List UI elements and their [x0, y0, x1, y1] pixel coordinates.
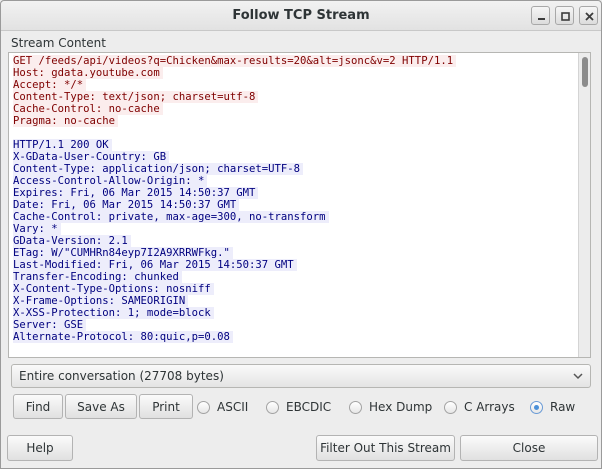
- find-button[interactable]: Find: [13, 394, 63, 419]
- stream-line: Date: Fri, 06 Mar 2015 14:50:37 GMT: [13, 199, 240, 211]
- print-button[interactable]: Print: [139, 394, 193, 419]
- stream-line: X-Frame-Options: SAMEORIGIN: [13, 295, 189, 307]
- stream-line: Access-Control-Allow-Origin: *: [13, 175, 208, 187]
- help-button[interactable]: Help: [7, 435, 73, 461]
- filter-out-stream-button[interactable]: Filter Out This Stream: [316, 435, 455, 461]
- close-icon: [585, 12, 594, 21]
- stream-line: GET /feeds/api/videos?q=Chicken&max-resu…: [13, 55, 457, 67]
- vertical-scrollbar[interactable]: [578, 53, 590, 357]
- radio-indicator[interactable]: [444, 400, 457, 414]
- conversation-select[interactable]: Entire conversation (27708 bytes): [11, 364, 591, 388]
- radio-label: C Arrays: [464, 400, 515, 414]
- conversation-select-value: Entire conversation (27708 bytes): [19, 369, 224, 383]
- radio-raw[interactable]: Raw: [530, 399, 575, 415]
- stream-line: GData-Version: 2.1: [13, 235, 131, 247]
- chevron-down-icon: [573, 373, 583, 380]
- radio-indicator[interactable]: [266, 400, 279, 414]
- radio-label: EBCDIC: [286, 400, 332, 414]
- stream-line: Expires: Fri, 06 Mar 2015 14:50:37 GMT: [13, 187, 259, 199]
- radio-ascii[interactable]: ASCII: [197, 399, 248, 415]
- radio-label: ASCII: [217, 400, 249, 414]
- stream-line: Last-Modified: Fri, 06 Mar 2015 14:50:37…: [13, 259, 297, 271]
- close-window-button[interactable]: [579, 6, 598, 25]
- stream-line: HTTP/1.1 200 OK: [13, 139, 112, 151]
- follow-tcp-stream-window: Follow TCP Stream Stream Content GET /fe…: [0, 0, 602, 469]
- maximize-button[interactable]: [555, 6, 574, 25]
- stream-line: Host: gdata.youtube.com: [13, 67, 163, 79]
- radio-label: Raw: [550, 400, 576, 414]
- radio-indicator[interactable]: [349, 400, 362, 414]
- server-response-block: HTTP/1.1 200 OK X-GData-User-Country: GB C…: [13, 139, 578, 343]
- stream-line: Transfer-Encoding: chunked: [13, 271, 182, 283]
- radio-label: Hex Dump: [369, 400, 433, 414]
- stream-text[interactable]: GET /feeds/api/videos?q=Chicken&max-resu…: [13, 55, 578, 343]
- scrollbar-thumb[interactable]: [582, 57, 588, 87]
- radio-c-arrays[interactable]: C Arrays: [444, 399, 515, 415]
- title-bar[interactable]: Follow TCP Stream: [1, 1, 601, 31]
- stream-line: Vary: *: [13, 223, 61, 235]
- stream-line: X-XSS-Protection: 1; mode=block: [13, 307, 214, 319]
- save-as-button[interactable]: Save As: [65, 394, 137, 419]
- radio-indicator[interactable]: [530, 400, 543, 414]
- stream-line: Cache-Control: no-cache: [13, 103, 163, 115]
- stream-line: Content-Type: text/json; charset=utf-8: [13, 91, 259, 103]
- stream-line: X-GData-User-Country: GB: [13, 151, 170, 163]
- client-request-block: GET /feeds/api/videos?q=Chicken&max-resu…: [13, 55, 578, 127]
- stream-line: X-Content-Type-Options: nosniff: [13, 283, 214, 295]
- minimize-icon: [538, 18, 545, 20]
- maximize-icon: [561, 12, 570, 21]
- stream-line: ETag: W/"CUMHRn84eyp7I2A9XRRWFkg.": [13, 247, 233, 259]
- radio-indicator[interactable]: [197, 400, 210, 414]
- stream-line: Alternate-Protocol: 80:quic,p=0.08: [13, 331, 233, 343]
- stream-content-label: Stream Content: [11, 36, 106, 50]
- minimize-button[interactable]: [531, 6, 550, 25]
- block-gap: [13, 127, 578, 139]
- radio-ebcdic[interactable]: EBCDIC: [266, 399, 331, 415]
- window-title: Follow TCP Stream: [232, 8, 370, 23]
- stream-line: Pragma: no-cache: [13, 115, 119, 127]
- stream-line: Content-Type: application/json; charset=…: [13, 163, 304, 175]
- radio-hex-dump[interactable]: Hex Dump: [349, 399, 432, 415]
- stream-content-view[interactable]: GET /feeds/api/videos?q=Chicken&max-resu…: [8, 52, 591, 358]
- stream-line: Cache-Control: private, max-age=300, no-…: [13, 211, 329, 223]
- stream-line: Server: GSE: [13, 319, 87, 331]
- close-button[interactable]: Close: [460, 435, 598, 461]
- stream-line: Accept: */*: [13, 79, 87, 91]
